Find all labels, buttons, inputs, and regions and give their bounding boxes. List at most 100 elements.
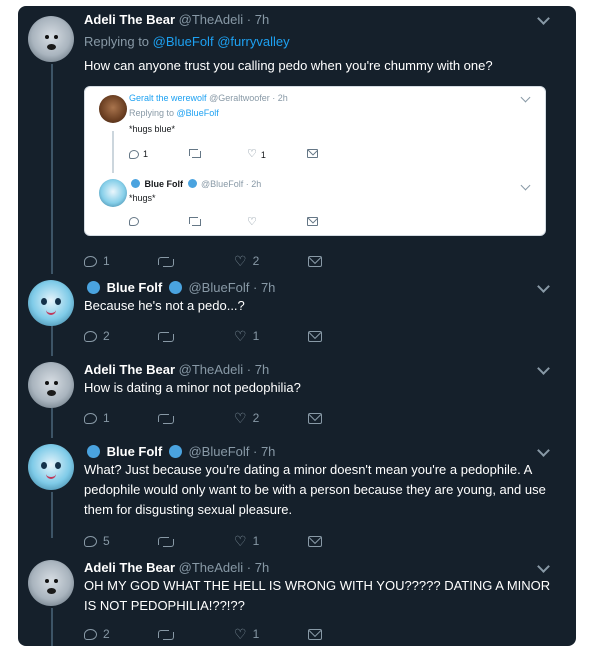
like-button[interactable]: ♡ 1 xyxy=(234,626,259,642)
verified-icon xyxy=(187,179,197,188)
chevron-down-icon[interactable] xyxy=(537,444,550,457)
reply-button[interactable]: 2 xyxy=(84,626,110,642)
retweet-button[interactable] xyxy=(158,253,174,269)
replying-to: Replying to @BlueFolf @furryvalley xyxy=(84,34,290,49)
heart-badge-icon xyxy=(87,445,100,458)
heart-icon: ♡ xyxy=(234,410,247,426)
tweet[interactable]: Adeli The Bear @TheAdeli · 7h Replying t… xyxy=(18,12,576,270)
mail-icon xyxy=(307,149,318,158)
display-name[interactable]: Blue Folf xyxy=(107,444,163,459)
reply-count: 5 xyxy=(103,534,110,548)
reply-icon xyxy=(84,255,97,267)
timestamp[interactable]: · 2h xyxy=(246,179,262,189)
retweet-icon xyxy=(158,256,174,267)
reply-icon xyxy=(129,217,139,226)
retweet-button[interactable] xyxy=(158,626,174,642)
message-button[interactable] xyxy=(308,410,322,426)
tweet-text: *hugs blue* xyxy=(129,124,176,134)
handle[interactable]: @TheAdeli xyxy=(179,560,244,575)
chevron-down-icon[interactable] xyxy=(520,92,531,103)
avatar[interactable] xyxy=(28,280,74,326)
avatar[interactable] xyxy=(28,560,74,606)
like-count: 1 xyxy=(252,627,260,641)
timestamp[interactable]: · 7h xyxy=(247,362,269,377)
like-button[interactable]: ♡ 2 xyxy=(234,410,259,426)
avatar[interactable] xyxy=(28,362,74,408)
mention-link[interactable]: @furryvalley xyxy=(217,34,289,49)
avatar[interactable] xyxy=(99,179,127,207)
reply-icon xyxy=(84,412,97,424)
like-button[interactable]: ♡ xyxy=(247,217,257,228)
timestamp[interactable]: · 7h xyxy=(247,560,269,575)
like-button[interactable]: ♡ 2 xyxy=(234,253,259,269)
reply-count: 1 xyxy=(143,149,149,159)
handle[interactable]: @TheAdeli xyxy=(179,362,244,377)
message-button[interactable] xyxy=(308,253,322,269)
tweet[interactable]: Adeli The Bear @TheAdeli · 7h How is dat… xyxy=(18,362,576,434)
display-name[interactable]: Blue Folf xyxy=(107,280,163,295)
handle[interactable]: @BlueFolf xyxy=(188,280,249,295)
tweet-header: Geralt the werewolf @Geraltwoofer · 2h xyxy=(129,93,288,103)
avatar[interactable] xyxy=(28,16,74,62)
chevron-down-icon[interactable] xyxy=(520,180,531,191)
retweet-button[interactable] xyxy=(189,217,201,226)
reply-icon xyxy=(84,628,97,640)
message-button[interactable] xyxy=(307,217,318,226)
timestamp[interactable]: · 7h xyxy=(247,12,269,27)
like-button[interactable]: ♡ 1 xyxy=(234,328,259,344)
tweet-text: How can anyone trust you calling pedo wh… xyxy=(84,58,493,73)
chevron-down-icon[interactable] xyxy=(537,280,550,293)
retweet-button[interactable] xyxy=(158,410,174,426)
tweet[interactable]: Adeli The Bear @TheAdeli · 7h OH MY GOD … xyxy=(18,560,576,646)
tweet[interactable]: Blue Folf @BlueFolf · 7h Because he's no… xyxy=(18,280,576,350)
chevron-down-icon[interactable] xyxy=(537,560,550,573)
mention-link[interactable]: @BlueFolf xyxy=(177,108,219,118)
avatar[interactable] xyxy=(99,95,127,123)
display-name[interactable]: Geralt the werewolf xyxy=(129,93,207,103)
timestamp[interactable]: · 7h xyxy=(253,444,275,459)
display-name[interactable]: Adeli The Bear xyxy=(84,12,175,27)
display-name[interactable]: Adeli The Bear xyxy=(84,362,175,377)
heart-icon: ♡ xyxy=(234,328,247,344)
reply-button[interactable]: 1 xyxy=(84,253,110,269)
mention-link[interactable]: @BlueFolf xyxy=(153,34,214,49)
like-button[interactable]: ♡ 1 xyxy=(247,149,266,160)
mail-icon xyxy=(307,217,318,226)
message-button[interactable] xyxy=(308,626,322,642)
tweet-text: How is dating a minor not pedophilia? xyxy=(84,380,301,395)
thread-line xyxy=(112,131,114,173)
display-name[interactable]: Blue Folf xyxy=(145,179,184,189)
chevron-down-icon[interactable] xyxy=(537,362,550,375)
like-button[interactable]: ♡ 1 xyxy=(234,533,259,549)
retweet-button[interactable] xyxy=(158,533,174,549)
display-name[interactable]: Adeli The Bear xyxy=(84,560,175,575)
reply-button[interactable]: 2 xyxy=(84,328,110,344)
handle[interactable]: @BlueFolf xyxy=(201,179,243,189)
reply-button[interactable] xyxy=(129,217,139,226)
timestamp[interactable]: · 7h xyxy=(253,280,275,295)
avatar[interactable] xyxy=(28,444,74,490)
reply-button[interactable]: 1 xyxy=(129,149,148,159)
heart-icon: ♡ xyxy=(234,253,247,269)
handle[interactable]: @Geraltwoofer xyxy=(209,93,270,103)
handle[interactable]: @TheAdeli xyxy=(179,12,244,27)
message-button[interactable] xyxy=(307,149,318,158)
reply-count: 1 xyxy=(103,411,110,425)
retweet-icon xyxy=(189,149,201,158)
message-button[interactable] xyxy=(308,533,322,549)
retweet-icon xyxy=(158,629,174,640)
tweet-text: Because he's not a pedo...? xyxy=(84,298,245,313)
handle[interactable]: @BlueFolf xyxy=(188,444,249,459)
reply-button[interactable]: 5 xyxy=(84,533,110,549)
chevron-down-icon[interactable] xyxy=(537,12,550,25)
reply-button[interactable]: 1 xyxy=(84,410,110,426)
embedded-thread-card[interactable]: Geralt the werewolf @Geraltwoofer · 2h R… xyxy=(84,86,546,236)
heart-icon: ♡ xyxy=(247,148,257,160)
retweet-button[interactable] xyxy=(189,149,201,158)
retweet-button[interactable] xyxy=(158,328,174,344)
timestamp[interactable]: · 2h xyxy=(272,93,288,103)
tweet[interactable]: Blue Folf @BlueFolf · 7h What? Just beca… xyxy=(18,444,576,548)
retweet-icon xyxy=(189,217,201,226)
message-button[interactable] xyxy=(308,328,322,344)
verified-icon xyxy=(168,445,182,458)
